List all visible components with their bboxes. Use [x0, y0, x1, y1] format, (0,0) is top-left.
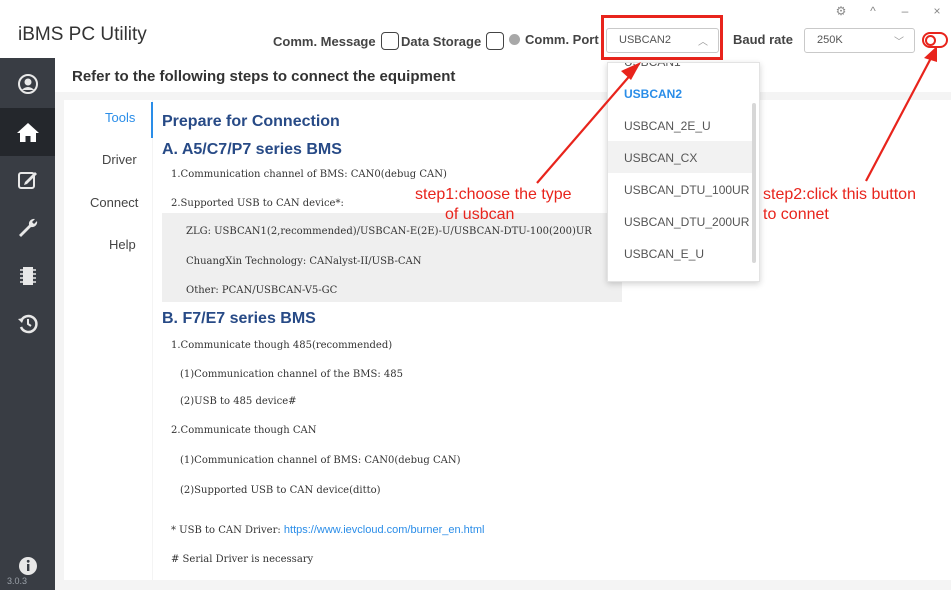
data-storage-label: Data Storage [401, 33, 482, 49]
data-storage-option[interactable]: Data Storage [401, 32, 505, 50]
dropdown-option-selected[interactable]: USBCAN2 [608, 77, 754, 109]
connect-toggle[interactable] [922, 32, 948, 48]
dropdown-option[interactable]: USBCAN1 [608, 63, 754, 77]
nav-home[interactable] [0, 108, 55, 156]
port-highlight-box [601, 15, 723, 60]
collapse-icon[interactable]: ^ [867, 4, 879, 18]
text-a1: 1.Communication channel of BMS: CAN0(deb… [171, 169, 447, 180]
menu-item-tools[interactable]: Tools [105, 110, 135, 125]
driver-label: * USB to CAN Driver: [171, 525, 284, 536]
settings-icon[interactable]: ⚙ [835, 4, 847, 18]
sub-menu [64, 100, 152, 580]
annotation-step2: step2:click this button to connet [763, 185, 916, 225]
menu-item-connect[interactable]: Connect [90, 195, 138, 210]
text-b2: 2.Communicate though CAN [171, 425, 317, 436]
baud-rate-select[interactable]: 250K ﹀ [804, 28, 915, 53]
app-window: iBMS PC Utility ⚙ ^ – × Comm. Message Da… [0, 0, 951, 590]
home-icon [16, 123, 39, 142]
nav-edit[interactable] [0, 156, 55, 204]
dropdown-option[interactable]: USBCAN_DTU_100UR [608, 173, 754, 205]
comm-port-dropdown: USBCAN1 USBCAN2 USBCAN_2E_U USBCAN_CX US… [607, 62, 760, 282]
icon-sidebar [0, 58, 55, 590]
dropdown-option[interactable]: USBCAN_DTU_200UR [608, 205, 754, 237]
comm-message-label: Comm. Message [273, 33, 376, 49]
nav-user[interactable] [0, 60, 55, 108]
comm-message-checkbox[interactable] [380, 32, 399, 50]
chevron-down-icon: ﹀ [894, 37, 904, 48]
nav-history[interactable] [0, 300, 55, 348]
menu-item-driver[interactable]: Driver [102, 152, 137, 167]
annotation-step2-line2: to connet [763, 206, 829, 223]
baud-rate-label: Baud rate [733, 32, 793, 47]
minimize-icon[interactable]: – [899, 4, 911, 18]
annotation-step1-line2: of usbcan [445, 206, 515, 223]
chip-icon [19, 267, 36, 285]
menu-item-help[interactable]: Help [109, 237, 136, 252]
dropdown-option[interactable]: USBCAN_2E_U [608, 109, 754, 141]
edit-icon [17, 172, 37, 189]
comm-port-label: Comm. Port [525, 32, 599, 47]
annotation-step2-line1: step2:click this button [763, 186, 916, 203]
title-bar: iBMS PC Utility ⚙ ^ – × Comm. Message Da… [0, 0, 951, 58]
dropdown-option[interactable]: USBCAN_V5_GC [608, 269, 754, 281]
status-dot-icon [509, 34, 520, 45]
text-b1: 1.Communicate though 485(recommended) [171, 340, 393, 351]
text-a-cx: ChuangXin Technology: CANalyst-II/USB-CA… [186, 256, 422, 267]
dropdown-option[interactable]: USBCAN_E_U [608, 237, 754, 269]
heading-prepare: Prepare for Connection [162, 113, 340, 130]
baud-rate-value: 250K [817, 34, 843, 46]
page-title: Refer to the following steps to connect … [72, 68, 456, 85]
annotation-step1: step1:choose the type of usbcan [415, 185, 572, 225]
history-icon [17, 314, 38, 334]
data-storage-checkbox[interactable] [486, 32, 505, 50]
dropdown-option[interactable]: USBCAN_CX [608, 141, 754, 173]
text-a-other: Other: PCAN/USBCAN-V5-GC [186, 285, 338, 296]
user-icon [17, 74, 38, 94]
heading-section-b: B. F7/E7 series BMS [162, 310, 316, 327]
version-label: 3.0.3 [7, 576, 28, 586]
text-b2b: (2)Supported USB to CAN device(ditto) [180, 485, 381, 496]
wrench-icon [18, 218, 37, 237]
window-controls: ⚙ ^ – × [835, 4, 943, 18]
text-driver: * USB to CAN Driver: https://www.ievclou… [171, 524, 484, 536]
text-b2a: (1)Communication channel of BMS: CAN0(de… [180, 455, 461, 466]
dropdown-scrollbar[interactable] [752, 103, 756, 263]
text-a2: 2.Supported USB to CAN device*: [171, 198, 344, 209]
close-icon[interactable]: × [931, 4, 943, 18]
text-b1a: (1)Communication channel of the BMS: 485 [180, 369, 404, 380]
nav-chip[interactable] [0, 252, 55, 300]
annotation-step1-line1: step1:choose the type [415, 186, 572, 203]
comm-message-option[interactable]: Comm. Message [273, 32, 399, 50]
app-title: iBMS PC Utility [18, 24, 147, 45]
comm-port-status: Comm. Port [509, 32, 599, 47]
text-b1b: (2)USB to 485 device# [180, 396, 297, 407]
heading-section-a: A. A5/C7/P7 series BMS [162, 141, 342, 158]
info-icon [18, 557, 37, 575]
toggle-knob [925, 35, 936, 46]
text-serial: # Serial Driver is necessary [171, 554, 314, 565]
driver-link[interactable]: https://www.ievcloud.com/burner_en.html [284, 524, 485, 536]
nav-tools[interactable] [0, 204, 55, 252]
text-a-zlg: ZLG: USBCAN1(2,recommended)/USBCAN-E(2E)… [186, 226, 592, 237]
